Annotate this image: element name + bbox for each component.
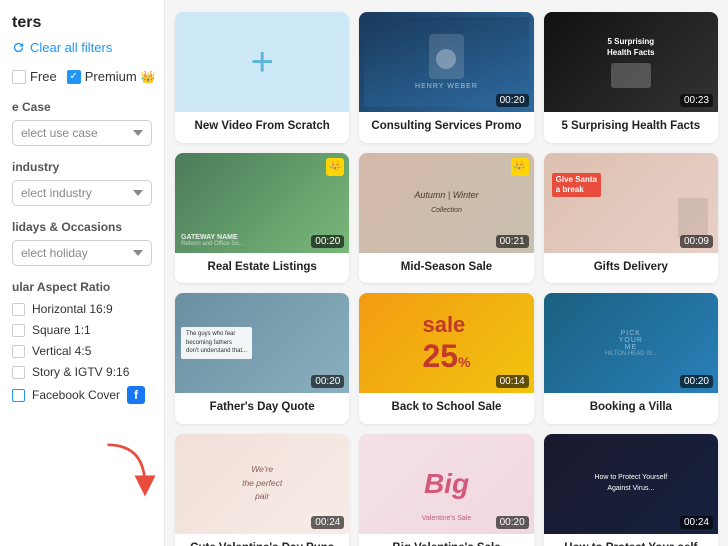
video-title-health: 5 Surprising Health Facts — [544, 112, 718, 143]
video-title-virus: How to Protect Your-self Against Viruses — [544, 534, 718, 546]
video-title-villa: Booking a Villa — [544, 393, 718, 424]
video-title-midseason: Mid-Season Sale — [359, 253, 533, 284]
aspect-fb-option[interactable]: Facebook Cover f — [12, 386, 152, 404]
duration-health: 00:23 — [680, 94, 713, 107]
video-thumb-gifts: Give Santaa break 00:09 — [544, 153, 718, 253]
sale-text: sale25% — [422, 312, 470, 375]
duration-midseason: 00:21 — [496, 235, 529, 248]
aspect-story-label: Story & IGTV 9:16 — [32, 365, 129, 379]
premium-label: Premium — [85, 69, 137, 84]
duration-fathersday: 00:20 — [311, 375, 344, 388]
video-card-valentine-cute[interactable]: We'rethe perfectpair 00:24 Cute Valentin… — [175, 434, 349, 546]
aspect-ratio-label: ular Aspect Ratio — [12, 280, 152, 294]
aspect-fb-label: Facebook Cover — [32, 388, 120, 402]
refresh-icon — [12, 41, 25, 54]
video-thumb-midseason: Autumn | WinterCollection 👑 00:21 — [359, 153, 533, 253]
red-arrow-icon — [100, 441, 160, 501]
premium-checkbox[interactable] — [67, 70, 81, 84]
sidebar: ters Clear all filters Free Premium 👑 e … — [0, 0, 165, 546]
aspect-v4-option[interactable]: Vertical 4:5 — [12, 344, 152, 358]
video-card-villa[interactable]: PICKYOURME HILTON HEAD IS... 00:20 Booki… — [544, 293, 718, 424]
industry-filter: industry elect industry — [12, 160, 152, 206]
facebook-icon: f — [127, 386, 145, 404]
video-card-realestate[interactable]: GATEWAY NAME Reboro and Office So... 👑 0… — [175, 153, 349, 284]
duration-virus: 00:24 — [680, 516, 713, 529]
clear-filters-button[interactable]: Clear all filters — [12, 40, 152, 55]
duration-realestate: 00:20 — [311, 235, 344, 248]
aspect-h16-label: Horizontal 16:9 — [32, 302, 113, 316]
price-filter-row: Free Premium 👑 — [12, 69, 152, 84]
video-thumb-villa: PICKYOURME HILTON HEAD IS... 00:20 — [544, 293, 718, 393]
industry-label: industry — [12, 160, 152, 174]
holidays-filter: lidays & Occasions elect holiday — [12, 220, 152, 266]
aspect-ratio-filter: ular Aspect Ratio Horizontal 16:9 Square… — [12, 280, 152, 404]
duration-valentine-cute: 00:24 — [311, 516, 344, 529]
duration-backtoschool: 00:14 — [496, 375, 529, 388]
aspect-story-checkbox[interactable] — [12, 366, 25, 379]
use-case-filter: e Case elect use case — [12, 100, 152, 146]
free-label: Free — [30, 69, 57, 84]
use-case-label: e Case — [12, 100, 152, 114]
use-case-select[interactable]: elect use case — [12, 120, 152, 146]
crown-realestate: 👑 — [326, 158, 344, 176]
aspect-s1-label: Square 1:1 — [32, 323, 91, 337]
video-title-valentine-cute: Cute Valentine's Day Puns — [175, 534, 349, 546]
holidays-select[interactable]: elect holiday — [12, 240, 152, 266]
give-santa-badge: Give Santaa break — [552, 173, 601, 198]
free-checkbox[interactable] — [12, 70, 26, 84]
arrow-annotation — [100, 441, 160, 506]
video-thumb-consulting: HENRY WEBER 00:20 — [359, 12, 533, 112]
duration-consulting: 00:20 — [496, 94, 529, 107]
video-card-midseason[interactable]: Autumn | WinterCollection 👑 00:21 Mid-Se… — [359, 153, 533, 284]
video-grid: + New Video From Scratch HENRY WEBER 00:… — [175, 12, 718, 546]
free-option[interactable]: Free — [12, 69, 57, 84]
aspect-s1-option[interactable]: Square 1:1 — [12, 323, 152, 337]
video-thumb-realestate: GATEWAY NAME Reboro and Office So... 👑 0… — [175, 153, 349, 253]
video-title-valentine-big: Big Valentine's Sale — [359, 534, 533, 546]
aspect-v4-label: Vertical 4:5 — [32, 344, 91, 358]
video-title-consulting: Consulting Services Promo — [359, 112, 533, 143]
crown-midseason: 👑 — [511, 158, 529, 176]
duration-villa: 00:20 — [680, 375, 713, 388]
video-title-realestate: Real Estate Listings — [175, 253, 349, 284]
aspect-h16-option[interactable]: Horizontal 16:9 — [12, 302, 152, 316]
video-card-fathersday[interactable]: The guys who fearbecoming fathersdon't u… — [175, 293, 349, 424]
holidays-label: lidays & Occasions — [12, 220, 152, 234]
duration-valentine-big: 00:20 — [496, 516, 529, 529]
aspect-h16-checkbox[interactable] — [12, 303, 25, 316]
plus-icon: + — [250, 42, 273, 82]
main-content: + New Video From Scratch HENRY WEBER 00:… — [165, 0, 728, 546]
aspect-v4-checkbox[interactable] — [12, 345, 25, 358]
video-thumb-virus: How to Protect YourselfAgainst Virus... … — [544, 434, 718, 534]
sidebar-title: ters — [12, 14, 152, 32]
video-card-consulting[interactable]: HENRY WEBER 00:20 Consulting Services Pr… — [359, 12, 533, 143]
video-card-virus[interactable]: How to Protect YourselfAgainst Virus... … — [544, 434, 718, 546]
aspect-story-option[interactable]: Story & IGTV 9:16 — [12, 365, 152, 379]
video-thumb-fathersday: The guys who fearbecoming fathersdon't u… — [175, 293, 349, 393]
aspect-s1-checkbox[interactable] — [12, 324, 25, 337]
video-card-backtoschool[interactable]: sale25% 00:14 Back to School Sale — [359, 293, 533, 424]
aspect-fb-checkbox[interactable] — [12, 389, 25, 402]
duration-gifts: 00:09 — [680, 235, 713, 248]
video-card-valentine-big[interactable]: Big Valentine's Sale 00:20 Big Valentine… — [359, 434, 533, 546]
video-card-gifts[interactable]: Give Santaa break 00:09 Gifts Delivery — [544, 153, 718, 284]
video-thumb-health: 5 SurprisingHealth Facts 00:23 — [544, 12, 718, 112]
video-thumb-backtoschool: sale25% 00:14 — [359, 293, 533, 393]
video-card-scratch[interactable]: + New Video From Scratch — [175, 12, 349, 143]
clear-filters-label: Clear all filters — [30, 40, 112, 55]
video-title-fathersday: Father's Day Quote — [175, 393, 349, 424]
big-text: Big — [424, 468, 469, 500]
video-title-backtoschool: Back to School Sale — [359, 393, 533, 424]
video-title-scratch: New Video From Scratch — [175, 112, 349, 143]
crown-icon: 👑 — [141, 70, 156, 84]
video-title-gifts: Gifts Delivery — [544, 253, 718, 284]
video-thumb-valentine-cute: We'rethe perfectpair 00:24 — [175, 434, 349, 534]
video-thumb-scratch: + — [175, 12, 349, 112]
industry-select[interactable]: elect industry — [12, 180, 152, 206]
video-card-health[interactable]: 5 SurprisingHealth Facts 00:23 5 Surpris… — [544, 12, 718, 143]
video-thumb-valentine-big: Big Valentine's Sale 00:20 — [359, 434, 533, 534]
premium-option[interactable]: Premium 👑 — [67, 69, 156, 84]
